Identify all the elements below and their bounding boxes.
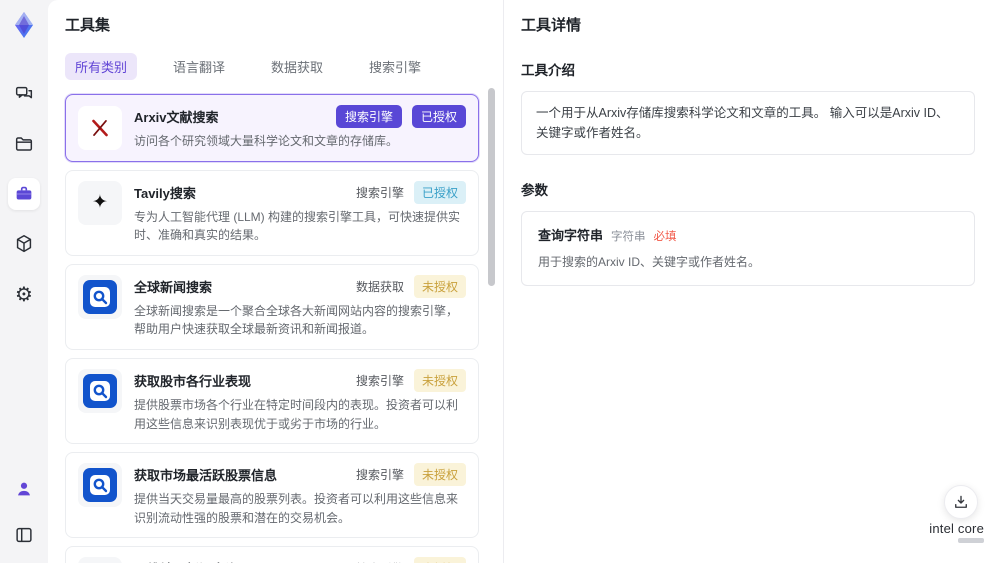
chat-icon[interactable]: [8, 78, 40, 110]
arxiv-logo-icon: [78, 105, 122, 150]
intel-core-logo: intel core: [929, 521, 984, 543]
params-heading: 参数: [521, 183, 548, 198]
briefcase-icon[interactable]: [8, 178, 40, 210]
category-tabs: 所有类别 语言翻译 数据获取 搜索引擎: [65, 53, 503, 80]
newspaper-icon: [78, 557, 122, 563]
tool-name: 获取市场最活跃股票信息: [134, 468, 278, 484]
param-description: 用于搜索的Arxiv ID、关键字或作者姓名。: [538, 255, 761, 269]
category-label: 搜索引擎: [355, 468, 404, 483]
tab-search-engine[interactable]: 搜索引擎: [359, 53, 431, 80]
page-title: 工具集: [65, 17, 111, 34]
tool-card-arxiv[interactable]: Arxiv文献搜索 搜索引擎 已授权 访问各个研究领域大量科学论文和文章的存储库…: [65, 94, 479, 162]
auth-status-badge: 已授权: [411, 105, 466, 128]
category-badge: 搜索引擎: [335, 105, 402, 128]
blue-search-app-icon: [78, 463, 122, 508]
tool-name: 获取股市各行业表现: [134, 373, 252, 389]
auth-status-badge: 未授权: [413, 463, 466, 487]
brand-text: intel core: [929, 521, 984, 536]
tool-card-sector-performance[interactable]: 获取股市各行业表现 搜索引擎 未授权 提供股票市场各个行业在特定时间段内的表现。…: [65, 357, 479, 445]
panel-toggle-icon[interactable]: [8, 519, 40, 551]
tab-all-categories[interactable]: 所有类别: [65, 53, 138, 80]
blue-search-app-icon: [78, 274, 122, 319]
tool-name: 万维地区新闻查询: [134, 557, 348, 563]
folder-icon[interactable]: [8, 128, 40, 160]
tab-language-translation[interactable]: 语言翻译: [163, 53, 235, 80]
tavily-star-icon: ✦: [78, 180, 122, 225]
auth-status-badge: 未授权: [413, 274, 466, 298]
auth-status-badge: 未授权: [413, 557, 466, 563]
tool-detail-panel: 工具详情 工具介绍 一个用于从Arxiv存储库搜索科学论文和文章的工具。 输入可…: [504, 0, 1000, 563]
param-type: 字符串: [611, 231, 646, 243]
list-scrollbar-thumb[interactable]: [488, 88, 495, 286]
cube-icon[interactable]: [8, 228, 40, 260]
app-window: ⚙ 工具集 所有类别 语言翻译 数据获取 搜索引擎 Arxiv文献搜索 搜索引擎…: [0, 0, 1000, 563]
tool-card-global-news[interactable]: 全球新闻搜索 数据获取 未授权 全球新闻搜索是一个聚合全球各大新闻网站内容的搜索…: [65, 263, 479, 350]
category-label: 搜索引擎: [355, 373, 404, 388]
main-content: 工具集 所有类别 语言翻译 数据获取 搜索引擎 Arxiv文献搜索 搜索引擎 已…: [48, 0, 1000, 563]
sidebar-bottom: [8, 473, 40, 551]
tool-description: 提供股票市场各个行业在特定时间段内的表现。投资者可以利用这些信息来识别表现优于或…: [134, 397, 459, 431]
auth-status-badge: 未授权: [413, 368, 466, 392]
param-required-flag: 必填: [653, 231, 677, 243]
tool-name: Tavily搜索: [134, 185, 196, 201]
brand-badge: [958, 538, 984, 543]
sidebar: ⚙: [0, 0, 48, 563]
tool-intro-text: 一个用于从Arxiv存储库搜索科学论文和文章的工具。 输入可以是Arxiv ID…: [521, 91, 975, 155]
tab-data-fetch[interactable]: 数据获取: [261, 53, 333, 80]
tool-list-panel: 工具集 所有类别 语言翻译 数据获取 搜索引擎 Arxiv文献搜索 搜索引擎 已…: [48, 0, 503, 563]
category-label: 数据获取: [355, 279, 404, 294]
tool-card-regional-news[interactable]: 万维地区新闻查询 搜索引擎 未授权 查询具体行政区划内的新闻，快速了解各地新闻动…: [65, 546, 479, 563]
tool-card-list: Arxiv文献搜索 搜索引擎 已授权 访问各个研究领域大量科学论文和文章的存储库…: [65, 94, 503, 563]
app-logo-icon: [9, 10, 39, 40]
blue-search-app-icon: [78, 368, 122, 413]
sidebar-nav: ⚙: [8, 78, 40, 310]
tool-card-tavily[interactable]: ✦ Tavily搜索 搜索引擎 已授权 专为人工智能代理 (LLM) 构建的搜索…: [65, 169, 479, 256]
tool-description: 访问各个研究领域大量科学论文和文章的存储库。: [134, 134, 399, 148]
parameter-item: 查询字符串 字符串 必填 用于搜索的Arxiv ID、关键字或作者姓名。: [521, 211, 975, 286]
tool-name: 全球新闻搜索: [134, 279, 213, 295]
download-icon: [955, 495, 967, 508]
tool-name: Arxiv文献搜索: [134, 110, 219, 125]
category-label: 搜索引擎: [355, 185, 404, 200]
detail-title: 工具详情: [521, 17, 582, 34]
intro-heading: 工具介绍: [521, 63, 575, 78]
auth-status-badge: 已授权: [413, 180, 466, 204]
tool-description: 全球新闻搜索是一个聚合全球各大新闻网站内容的搜索引擎，帮助用户快速获取全球最新资…: [134, 303, 459, 337]
tool-card-most-active-stocks[interactable]: 获取市场最活跃股票信息 搜索引擎 未授权 提供当天交易量最高的股票列表。投资者可…: [65, 452, 479, 539]
param-name: 查询字符串: [538, 228, 604, 243]
tool-description: 提供当天交易量最高的股票列表。投资者可以利用这些信息来识别流动性强的股票和潜在的…: [134, 492, 459, 525]
download-button[interactable]: [944, 485, 978, 519]
user-icon[interactable]: [8, 473, 40, 505]
tool-description: 专为人工智能代理 (LLM) 构建的搜索引擎工具，可快速提供实时、准确和真实的结…: [134, 209, 461, 243]
gear-icon[interactable]: ⚙: [8, 278, 40, 310]
